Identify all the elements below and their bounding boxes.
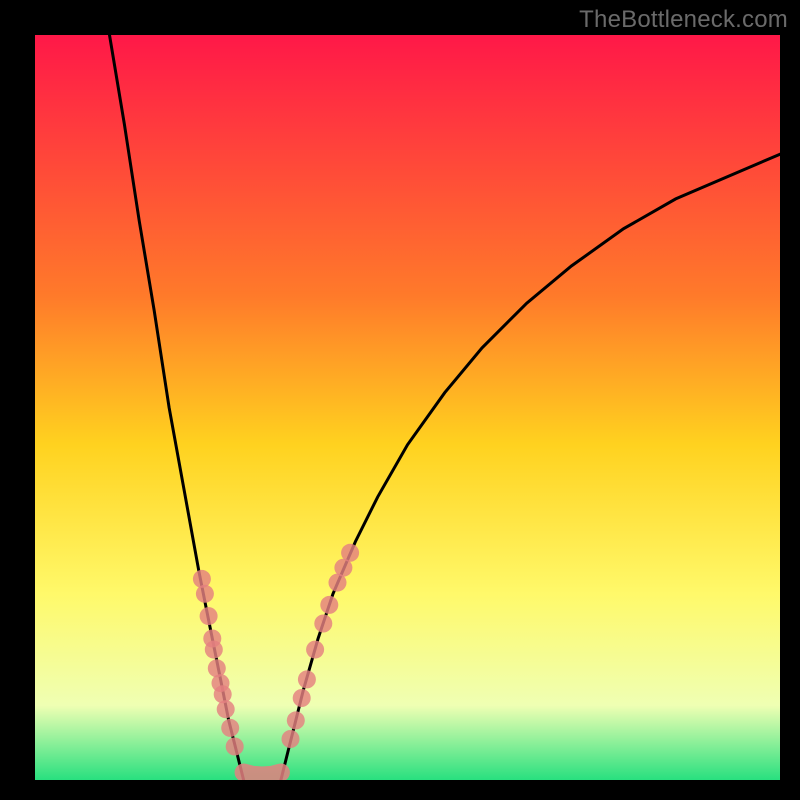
dot-left [205, 641, 223, 659]
dot-bottom-cluster [244, 773, 281, 776]
dot-right [320, 596, 338, 614]
plot-area [35, 35, 780, 780]
gradient-background [35, 35, 780, 780]
dot-left [193, 570, 211, 588]
dot-left [221, 719, 239, 737]
dot-right [306, 641, 324, 659]
chart-svg [35, 35, 780, 780]
chart-frame: TheBottleneck.com [0, 0, 800, 800]
dot-right [298, 670, 316, 688]
dot-left [226, 738, 244, 756]
dot-left [200, 607, 218, 625]
dot-right [293, 689, 311, 707]
watermark-text: TheBottleneck.com [579, 6, 788, 34]
dot-right [287, 711, 305, 729]
dot-right [341, 544, 359, 562]
dot-left [196, 585, 214, 603]
dot-left [214, 685, 232, 703]
dot-left [217, 700, 235, 718]
dot-right [314, 615, 332, 633]
dot-right [282, 730, 300, 748]
